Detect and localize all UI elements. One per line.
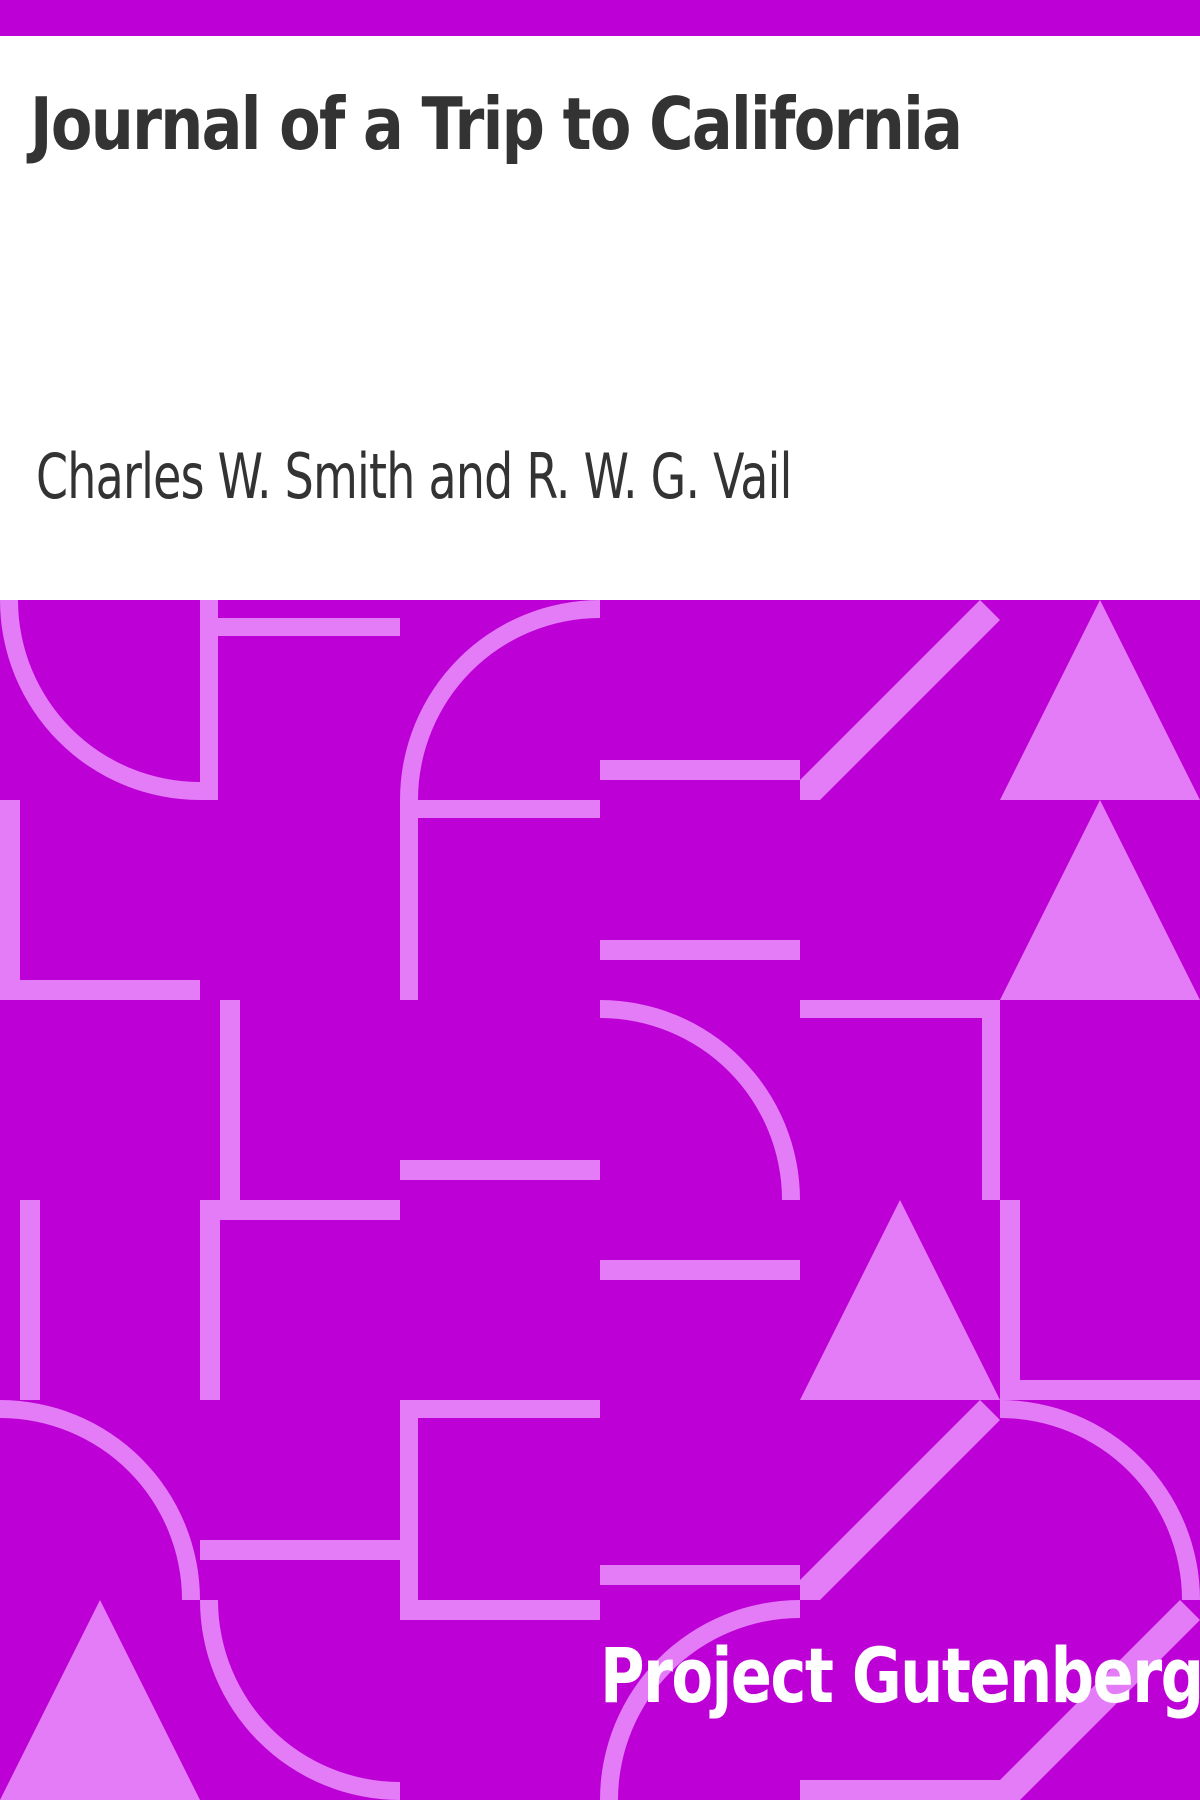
book-author: Charles W. Smith and R. W. G. Vail xyxy=(36,440,792,513)
book-title: Journal of a Trip to California xyxy=(30,82,963,166)
publisher-name: Project Gutenberg xyxy=(600,1631,1200,1720)
top-color-bar xyxy=(0,0,1200,36)
cover-pattern xyxy=(0,600,1200,1800)
